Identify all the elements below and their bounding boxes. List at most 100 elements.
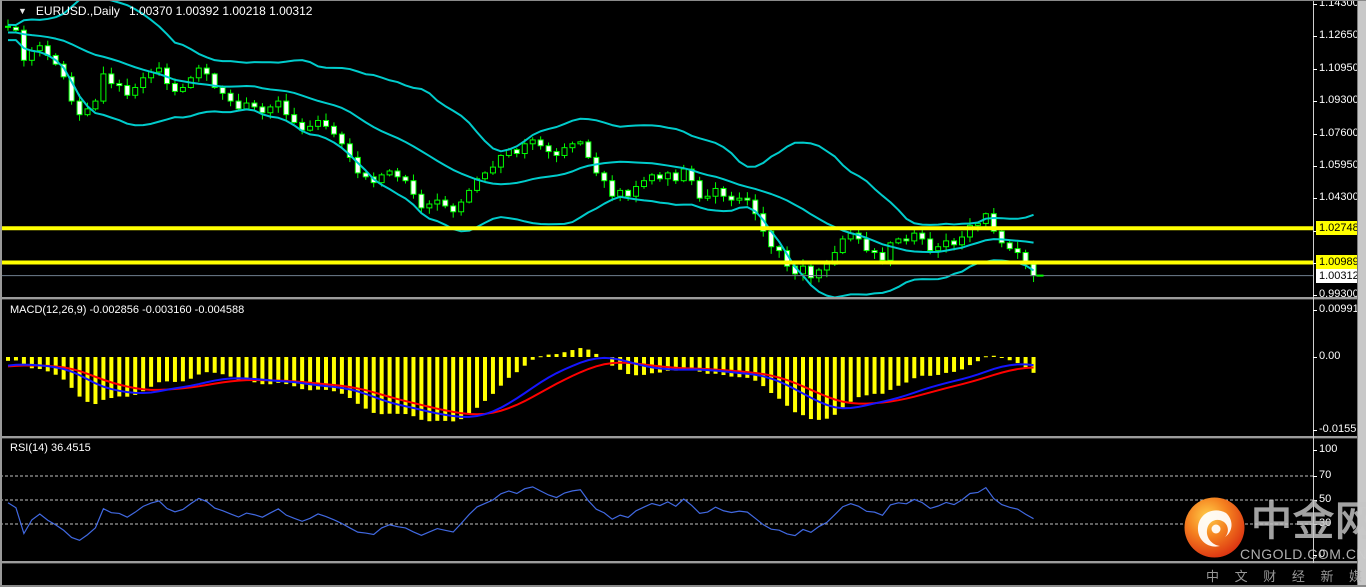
bull-candle [378,174,385,184]
macd-histogram-bar [109,357,114,399]
macd-histogram-bar [975,357,980,362]
price-tick-mark [1313,36,1317,38]
bull-candle [633,186,640,197]
macd-histogram-bar [459,357,464,420]
macd-histogram-bar [952,357,957,372]
bull-candle [156,67,163,73]
bear-candle [545,145,552,153]
bull-candle [466,189,473,203]
macd-histogram-bar [896,357,901,386]
price-tick-mark [1313,166,1317,168]
price-tick-mark [1313,134,1317,136]
macd-histogram-bar [808,357,813,420]
macd-histogram-bar [498,357,503,386]
bear-candle [585,141,592,158]
price-tick-mark [1313,101,1317,103]
macd-histogram-bar [196,357,201,375]
time-axis[interactable]: 22 Feb 20224 Mar 202216 Mar 202228 Mar 2… [0,563,1357,585]
window-border-top [0,0,1366,1]
bull-candle [895,238,902,244]
bull-candle [92,100,99,110]
macd-histogram-bar [387,357,392,414]
bear-candle [625,189,632,197]
bull-candle [943,240,950,248]
macd-histogram-bar [172,357,177,382]
bear-candle [919,232,926,240]
macd-panel-canvas[interactable] [0,300,1357,436]
macd-histogram-bar [856,357,861,398]
macd-histogram-bar [888,357,893,390]
macd-histogram-bar [578,348,583,357]
bear-candle [203,67,210,75]
macd-main-line [7,356,1034,418]
macd-histogram-bar [928,357,933,376]
bull-candle [974,222,981,226]
price-tick-mark [1313,295,1317,297]
macd-histogram-bar [236,357,241,380]
macd-histogram-bar [737,357,742,378]
macd-histogram-bar [904,357,909,383]
bear-candle [609,180,616,197]
current-price-tag: 1.00312 [1316,268,1361,283]
bear-candle [124,85,131,96]
bull-candle [664,172,671,180]
bear-candle [537,139,544,147]
bear-candle [410,180,417,195]
rsi-panel-canvas[interactable] [0,438,1357,561]
bear-candle [871,250,878,254]
macd-histogram-bar [872,357,877,394]
last-close-tick [1036,274,1044,277]
macd-histogram-bar [681,357,686,369]
bear-candle [672,172,679,182]
bear-candle [998,230,1005,244]
axis-separator-line [1313,0,1314,563]
macd-histogram-bar [761,357,766,387]
level-price-tag: 1.02748 [1316,221,1361,236]
bollinger-middle-band [7,31,1034,254]
bull-candle [569,143,576,149]
macd-histogram-bar [180,357,185,382]
macd-histogram-bar [546,354,551,357]
macd-tick-mark [1313,357,1317,358]
panel-splitter-macd[interactable] [0,297,1357,300]
bull-candle [839,238,846,254]
macd-histogram-bar [379,357,384,415]
bull-candle [489,166,496,174]
bull-candle [132,86,139,96]
macd-histogram-bar [848,357,853,402]
bear-candle [219,86,226,94]
panel-splitter-rsi[interactable] [0,436,1357,439]
bear-candle [402,176,409,182]
bull-candle [497,154,504,168]
price-tick-mark [1313,69,1317,71]
bear-candle [513,149,520,155]
bull-candle [617,189,624,197]
chevron-down-icon[interactable]: ▼ [18,6,27,16]
bull-candle [315,120,322,127]
bear-candle [442,199,449,207]
bear-candle [1006,242,1013,250]
bear-candle [696,180,703,199]
macd-histogram-bar [753,357,758,381]
bear-candle [903,238,910,242]
price-tick-mark [1313,198,1317,200]
macd-histogram-bar [475,357,480,408]
bull-candle [736,197,743,201]
bear-candle [235,100,242,110]
macd-histogram-bar [490,357,495,394]
rsi-tick-mark [1313,450,1317,451]
price-tick-label: 1.09300 [1319,94,1359,107]
bear-candle [553,151,560,156]
macd-histogram-bar [594,353,599,357]
macd-histogram-bar [6,357,10,361]
price-chart-canvas[interactable] [0,0,1357,297]
macd-histogram-bar [626,357,631,375]
macd-histogram-bar [29,357,34,369]
bear-candle [330,125,337,135]
macd-histogram-bar [435,357,440,421]
macd-histogram-bar [634,357,639,376]
bull-candle [648,174,655,182]
bear-candle [259,106,266,114]
bear-candle [728,195,735,201]
macd-histogram-bar [1015,357,1020,363]
